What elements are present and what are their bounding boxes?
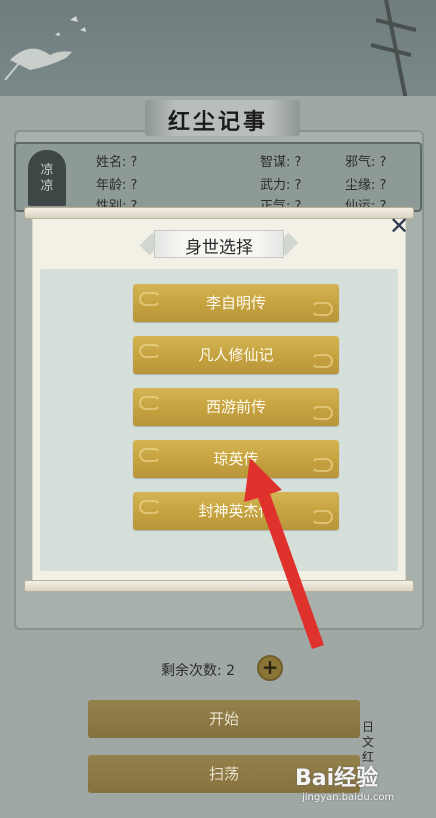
origin-option-1[interactable]: 李自明传 bbox=[133, 284, 339, 322]
origin-option-label: 琼英传 bbox=[213, 450, 259, 468]
scroll-rod-top bbox=[24, 207, 414, 219]
close-button[interactable]: ✕ bbox=[388, 214, 410, 238]
stat-fate: 尘缘: ? bbox=[345, 178, 387, 193]
stamp-text: 日 文 红 bbox=[362, 720, 375, 764]
origin-option-2[interactable]: 凡人修仙记 bbox=[133, 336, 339, 374]
cloud-icon bbox=[139, 292, 161, 306]
options-list: 李自明传 凡人修仙记 西游前传 琼英传 封神英杰传 bbox=[40, 269, 398, 571]
scroll-rod-bottom bbox=[24, 580, 414, 592]
start-button[interactable]: 开始 bbox=[88, 700, 360, 738]
cloud-icon bbox=[311, 510, 333, 524]
origin-option-label: 李自明传 bbox=[205, 294, 266, 312]
crane-decoration bbox=[4, 16, 86, 81]
stat-age: 年龄: ? bbox=[96, 178, 138, 193]
stat-evil: 邪气: ? bbox=[345, 155, 387, 170]
cloud-icon bbox=[139, 448, 161, 462]
origin-option-3[interactable]: 西游前传 bbox=[133, 388, 339, 426]
tree-decoration bbox=[370, 0, 417, 101]
cloud-icon bbox=[139, 344, 161, 358]
origin-option-4[interactable]: 琼英传 bbox=[133, 440, 339, 478]
cloud-icon bbox=[311, 302, 333, 316]
origin-option-5[interactable]: 封神英杰传 bbox=[133, 492, 339, 530]
watermark-logo: Bai经验 bbox=[295, 766, 379, 791]
stat-wisdom: 智谋: ? bbox=[260, 155, 302, 170]
page-title: 红尘记事 bbox=[167, 109, 268, 135]
stat-name: 姓名: ? bbox=[96, 155, 138, 170]
seal-text: 凉凉 bbox=[40, 163, 54, 194]
cloud-icon bbox=[311, 406, 333, 420]
add-attempts-button[interactable]: + bbox=[257, 655, 283, 681]
origin-option-label: 封神英杰传 bbox=[198, 502, 274, 520]
cloud-icon bbox=[311, 458, 333, 472]
stat-force: 武力: ? bbox=[260, 178, 302, 193]
origin-select-modal: 身世选择 ✕ 李自明传 凡人修仙记 西游前传 琼英传 封神英杰传 bbox=[24, 207, 414, 592]
remaining-count: 剩余次数: 2 bbox=[0, 660, 436, 680]
remaining-count-text: 剩余次数: 2 bbox=[160, 663, 236, 679]
modal-title: 身世选择 bbox=[185, 238, 253, 258]
cloud-icon bbox=[139, 500, 161, 514]
origin-option-label: 凡人修仙记 bbox=[198, 346, 274, 364]
origin-option-label: 西游前传 bbox=[205, 398, 266, 416]
cloud-icon bbox=[139, 396, 161, 410]
cloud-icon bbox=[311, 354, 333, 368]
watermark-url: jingyan.baidu.com bbox=[302, 792, 395, 803]
